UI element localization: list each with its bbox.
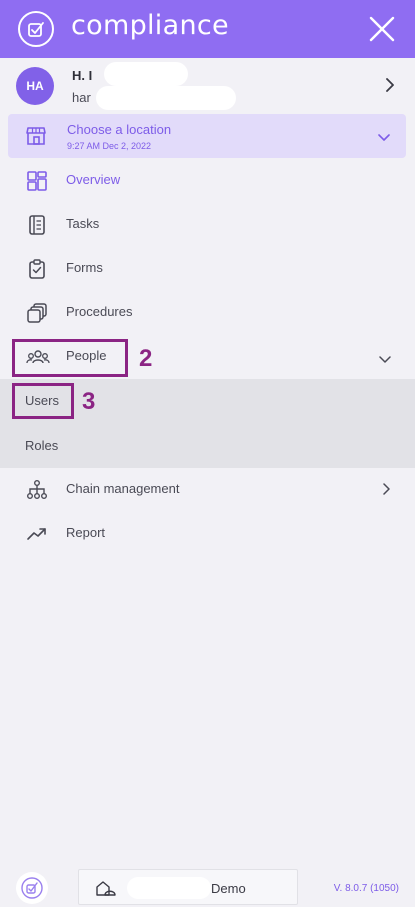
chevron-down-icon[interactable]	[378, 129, 390, 147]
app-header: compliance	[0, 0, 415, 58]
organization-switcher[interactable]: Demo	[78, 869, 298, 905]
location-title: Choose a location	[67, 122, 172, 137]
app-title: compliance	[71, 10, 229, 41]
user-profile-row[interactable]: HA H. I har	[0, 58, 415, 113]
footer: Demo V. 8.0.7 (1050)	[0, 868, 415, 907]
menu-item-procedures[interactable]: Procedures	[0, 291, 415, 335]
organization-name: Demo	[211, 881, 246, 896]
trending-up-icon	[26, 523, 48, 545]
checkbox-logo-icon[interactable]	[16, 872, 48, 904]
menu-label-report: Report	[66, 525, 106, 540]
menu-item-chain-management[interactable]: Chain management	[0, 468, 415, 512]
store-icon	[25, 125, 47, 152]
redaction-mask	[104, 62, 188, 86]
menu-label-tasks: Tasks	[66, 216, 100, 231]
stacked-documents-icon	[26, 302, 48, 324]
menu-label-procedures: Procedures	[66, 304, 133, 319]
menu-label-chain-management: Chain management	[66, 481, 180, 496]
redaction-mask	[96, 86, 236, 110]
menu-item-report[interactable]: Report	[0, 512, 415, 556]
submenu-item-roles[interactable]: Roles	[25, 438, 58, 453]
hierarchy-icon	[26, 479, 48, 501]
notebook-icon	[26, 214, 48, 236]
chevron-right-icon[interactable]	[385, 78, 395, 97]
annotation-number-3: 3	[82, 388, 96, 415]
annotation-number-2: 2	[139, 345, 153, 372]
clipboard-check-icon	[26, 258, 48, 280]
redaction-mask	[127, 877, 211, 899]
menu-item-overview[interactable]: Overview	[0, 159, 415, 203]
menu-label-overview: Overview	[66, 172, 121, 187]
chevron-right-icon[interactable]	[383, 482, 391, 500]
dashboard-icon	[26, 170, 48, 192]
location-timestamp: 9:27 AM Dec 2, 2022	[67, 141, 152, 151]
menu-item-tasks[interactable]: Tasks	[0, 203, 415, 247]
annotation-box-users	[12, 383, 74, 419]
chevron-down-icon[interactable]	[379, 351, 391, 369]
organization-icon	[95, 879, 117, 902]
menu-label-forms: Forms	[66, 260, 103, 275]
user-email: har	[72, 90, 91, 105]
checkbox-logo-icon	[18, 11, 54, 47]
location-selector[interactable]: Choose a location 9:27 AM Dec 2, 2022	[8, 114, 406, 158]
avatar: HA	[16, 67, 54, 105]
menu-item-forms[interactable]: Forms	[0, 247, 415, 291]
close-icon[interactable]	[367, 14, 397, 44]
annotation-box-people	[12, 339, 128, 377]
app-version: V. 8.0.7 (1050)	[333, 883, 399, 894]
user-name: H. I	[72, 68, 93, 83]
